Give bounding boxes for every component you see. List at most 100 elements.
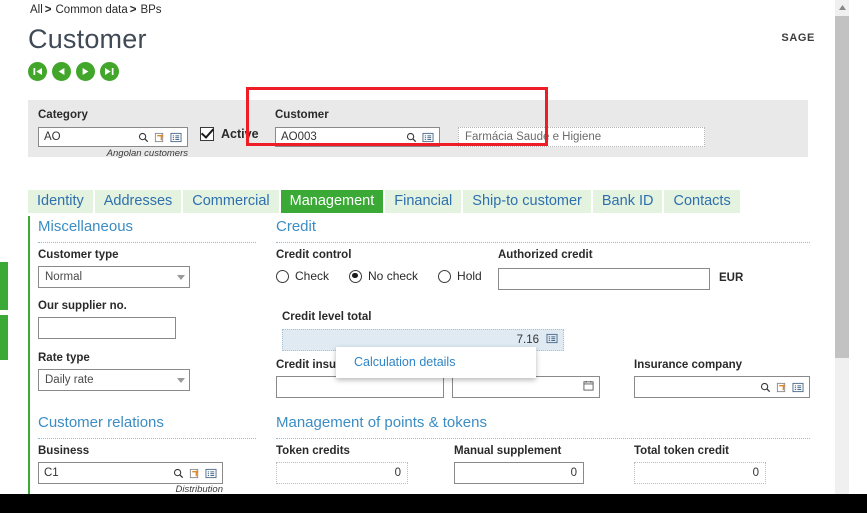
calendar-icon[interactable] <box>583 380 594 394</box>
customer-type-value: Normal <box>45 271 83 283</box>
customer-name-value: Farmácia Saude e Higiene <box>465 131 602 143</box>
rate-type-select[interactable]: Daily rate <box>38 369 190 391</box>
radio-selected-icon <box>349 269 363 283</box>
tunnel-icon[interactable] <box>776 382 787 393</box>
search-icon[interactable] <box>138 132 149 143</box>
last-record-button[interactable] <box>100 62 119 81</box>
search-icon[interactable] <box>406 132 417 143</box>
radio-label-check: Check <box>295 269 330 283</box>
chevron-down-icon <box>177 377 185 383</box>
scroll-up-arrow-icon[interactable] <box>835 0 849 14</box>
edge-tab-stub[interactable] <box>0 315 8 360</box>
menu-item-calculation-details[interactable]: Calculation details <box>336 352 536 372</box>
credit-level-total-label: Credit level total <box>282 311 372 323</box>
supplier-no-label: Our supplier no. <box>38 300 127 312</box>
active-checkbox[interactable]: Active <box>200 127 259 141</box>
category-hint: Angolan customers <box>106 148 188 159</box>
bottom-bar <box>0 494 867 513</box>
radio-option-check[interactable]: Check <box>276 269 329 283</box>
supplier-no-input[interactable] <box>38 317 176 339</box>
section-title-miscellaneous: Miscellaneous <box>38 218 134 235</box>
credit-insurance-input[interactable] <box>276 376 444 398</box>
search-icon[interactable] <box>760 382 771 393</box>
category-value: AO <box>44 131 61 143</box>
breadcrumb-separator-icon: > <box>44 4 52 16</box>
tab-commercial[interactable]: Commercial <box>183 190 279 213</box>
tab-ship-to-customer[interactable]: Ship-to customer <box>463 190 591 213</box>
radio-icon <box>276 269 289 283</box>
section-title-credit: Credit <box>276 218 317 235</box>
credit-insurance-date-input[interactable] <box>452 376 600 398</box>
tab-identity[interactable]: Identity <box>28 190 93 213</box>
section-divider <box>38 437 256 439</box>
token-credits-value: 0 <box>394 467 401 479</box>
selection-list-icon[interactable] <box>546 333 558 347</box>
customer-name-field[interactable]: Farmácia Saude e Higiene <box>458 127 705 147</box>
customer-type-select[interactable]: Normal <box>38 266 190 288</box>
right-margin <box>849 0 867 513</box>
selection-list-icon[interactable] <box>422 132 434 143</box>
checkbox-checked-icon <box>200 127 214 141</box>
manual-supplement-value: 0 <box>570 467 577 479</box>
radio-option-hold[interactable]: Hold <box>438 269 482 283</box>
search-icon[interactable] <box>173 468 184 479</box>
breadcrumb-item-bps[interactable]: BPs <box>140 4 161 16</box>
tab-addresses[interactable]: Addresses <box>94 190 182 213</box>
section-divider <box>38 241 256 243</box>
section-title-customer-relations: Customer relations <box>38 414 164 431</box>
token-credits-field: 0 <box>276 462 408 484</box>
manual-supplement-input[interactable]: 0 <box>454 462 584 484</box>
business-value: C1 <box>44 467 59 479</box>
radio-option-no-check[interactable]: No check <box>349 269 418 283</box>
manual-supplement-label: Manual supplement <box>454 445 562 457</box>
credit-control-label: Credit control <box>276 249 352 261</box>
previous-record-button[interactable] <box>52 62 71 81</box>
edge-tab-stub[interactable] <box>0 262 8 310</box>
first-record-button[interactable] <box>28 62 47 81</box>
section-divider <box>276 437 810 439</box>
selection-list-icon[interactable] <box>792 382 804 393</box>
credit-control-radio-group: Check No check Hold <box>276 269 502 283</box>
selection-list-icon[interactable] <box>170 132 182 143</box>
business-label: Business <box>38 445 90 457</box>
section-divider <box>276 241 810 243</box>
tab-contacts[interactable]: Contacts <box>664 190 740 213</box>
tunnel-icon[interactable] <box>154 132 165 143</box>
breadcrumb-separator-icon: > <box>129 4 137 16</box>
radio-label-no-check: No check <box>368 269 419 283</box>
tab-bank-id[interactable]: Bank ID <box>592 190 663 213</box>
tab-financial[interactable]: Financial <box>385 190 462 213</box>
authorized-credit-input[interactable] <box>498 268 710 290</box>
calculation-details-dropdown: Calculation details <box>336 347 536 378</box>
insurance-company-field[interactable] <box>634 376 810 398</box>
scrollbar-thumb[interactable] <box>835 16 849 358</box>
rate-type-value: Daily rate <box>45 374 94 386</box>
radio-icon <box>438 269 452 283</box>
total-token-credit-value: 0 <box>752 467 759 479</box>
tunnel-icon[interactable] <box>189 468 200 479</box>
vertical-scrollbar[interactable] <box>835 0 849 513</box>
section-title-points-tokens: Management of points & tokens <box>276 414 487 431</box>
record-navigation <box>28 62 119 81</box>
active-label: Active <box>221 127 259 141</box>
tab-bar: Identity Addresses Commercial Management… <box>28 190 740 213</box>
application-window: All > Common data > BPs Customer SAGE Catego… <box>0 0 867 513</box>
business-field[interactable]: C1 <box>38 462 223 484</box>
breadcrumb-item-common-data[interactable]: Common data <box>56 4 128 16</box>
chevron-down-icon <box>177 274 185 280</box>
category-field[interactable]: AO <box>38 127 188 147</box>
authorized-credit-label: Authorized credit <box>498 249 593 261</box>
tab-management[interactable]: Management <box>280 190 384 213</box>
token-credits-label: Token credits <box>276 445 350 457</box>
customer-value: AO003 <box>281 131 317 143</box>
total-token-credit-label: Total token credit <box>634 445 729 457</box>
customer-type-label: Customer type <box>38 249 119 261</box>
total-token-credit-field: 0 <box>634 462 766 484</box>
selection-list-icon[interactable] <box>205 468 217 479</box>
next-record-button[interactable] <box>76 62 95 81</box>
customer-field[interactable]: AO003 <box>275 127 440 147</box>
breadcrumb-item-all[interactable]: All <box>30 4 43 16</box>
record-header-panel: Category AO Angolan customers Active Cus… <box>28 100 808 159</box>
breadcrumb: All > Common data > BPs <box>30 4 162 16</box>
insurance-company-label: Insurance company <box>634 359 743 371</box>
